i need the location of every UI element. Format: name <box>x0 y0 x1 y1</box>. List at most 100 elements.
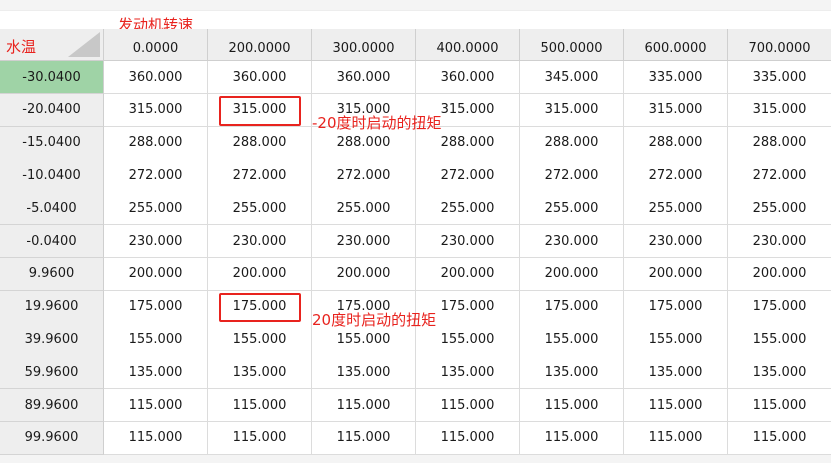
table-cell[interactable]: 115.000 <box>104 421 208 456</box>
table-cell[interactable]: 335.000 <box>624 61 728 95</box>
table-cell[interactable]: 288.000 <box>104 126 208 160</box>
table-cell[interactable]: 360.000 <box>416 61 520 95</box>
table-cell[interactable]: 175.000 <box>728 290 831 324</box>
column-header-rpm-5[interactable]: 600.0000 <box>624 29 728 61</box>
table-cell[interactable]: 315.000 <box>104 93 208 128</box>
table-cell[interactable]: 230.000 <box>312 225 416 259</box>
table-cell[interactable]: 200.000 <box>312 257 416 292</box>
table-cell[interactable]: 155.000 <box>624 323 728 357</box>
column-header-rpm-6[interactable]: 700.0000 <box>728 29 831 61</box>
table-cell[interactable]: 175.000 <box>624 290 728 324</box>
row-header-temp-7[interactable]: 19.9600 <box>0 290 104 324</box>
row-header-temp-9[interactable]: 59.9600 <box>0 356 104 390</box>
column-header-rpm-0[interactable]: 0.0000 <box>104 29 208 61</box>
table-cell[interactable]: 255.000 <box>728 192 831 226</box>
table-cell[interactable]: 115.000 <box>728 389 831 423</box>
top-toolbar-strip <box>0 0 831 11</box>
table-cell[interactable]: 115.000 <box>624 421 728 456</box>
table-cell[interactable]: 115.000 <box>416 389 520 423</box>
table-cell[interactable]: 200.000 <box>728 257 831 292</box>
table-cell[interactable]: 288.000 <box>624 126 728 160</box>
table-cell[interactable]: 115.000 <box>312 389 416 423</box>
row-header-temp-3[interactable]: -10.0400 <box>0 159 104 193</box>
table-cell[interactable]: 200.000 <box>416 257 520 292</box>
corner-label-water-temp: 水温 <box>6 38 37 56</box>
table-cell[interactable]: 115.000 <box>208 421 312 456</box>
bottom-strip <box>0 455 831 463</box>
table-cell[interactable]: 135.000 <box>104 356 208 390</box>
table-cell[interactable]: 135.000 <box>624 356 728 390</box>
table-cell[interactable]: 255.000 <box>312 192 416 226</box>
row-header-temp-8[interactable]: 39.9600 <box>0 323 104 357</box>
table-cell[interactable]: 230.000 <box>416 225 520 259</box>
table-cell[interactable]: 175.000 <box>104 290 208 324</box>
table-cell[interactable]: 360.000 <box>104 61 208 95</box>
table-cell[interactable]: 272.000 <box>624 159 728 193</box>
table-cell[interactable]: 255.000 <box>416 192 520 226</box>
table-cell[interactable]: 230.000 <box>728 225 831 259</box>
table-cell[interactable]: 272.000 <box>728 159 831 193</box>
table-cell[interactable]: 272.000 <box>312 159 416 193</box>
table-cell[interactable]: 115.000 <box>104 389 208 423</box>
row-header-temp-0[interactable]: -30.0400 <box>0 61 104 95</box>
table-cell[interactable]: 135.000 <box>312 356 416 390</box>
annotation-label-0: -20度时启动的扭矩 <box>312 113 442 132</box>
table-cell[interactable]: 360.000 <box>312 61 416 95</box>
table-cell[interactable]: 115.000 <box>208 389 312 423</box>
table-cell[interactable]: 272.000 <box>104 159 208 193</box>
row-header-temp-2[interactable]: -15.0400 <box>0 126 104 160</box>
column-header-rpm-1[interactable]: 200.0000 <box>208 29 312 61</box>
table-cell[interactable]: 255.000 <box>104 192 208 226</box>
table-cell[interactable]: 230.000 <box>520 225 624 259</box>
row-header-temp-4[interactable]: -5.0400 <box>0 192 104 226</box>
row-header-temp-6[interactable]: 9.9600 <box>0 257 104 292</box>
table-cell[interactable]: 315.000 <box>624 93 728 128</box>
table-cell[interactable]: 230.000 <box>208 225 312 259</box>
table-cell[interactable]: 288.000 <box>208 126 312 160</box>
table-cell[interactable]: 200.000 <box>624 257 728 292</box>
table-cell[interactable]: 315.000 <box>520 93 624 128</box>
row-header-temp-1[interactable]: -20.0400 <box>0 93 104 128</box>
table-cell[interactable]: 155.000 <box>728 323 831 357</box>
table-cell[interactable]: 135.000 <box>416 356 520 390</box>
table-cell[interactable]: 315.000 <box>728 93 831 128</box>
table-cell[interactable]: 115.000 <box>520 421 624 456</box>
table-cell[interactable]: 230.000 <box>104 225 208 259</box>
highlight-box <box>219 292 301 323</box>
table-cell[interactable]: 115.000 <box>416 421 520 456</box>
row-header-temp-10[interactable]: 89.9600 <box>0 389 104 423</box>
table-cell[interactable]: 135.000 <box>208 356 312 390</box>
table-cell[interactable]: 255.000 <box>208 192 312 226</box>
table-cell[interactable]: 115.000 <box>728 421 831 456</box>
table-cell[interactable]: 255.000 <box>624 192 728 226</box>
table-cell[interactable]: 272.000 <box>520 159 624 193</box>
table-cell[interactable]: 155.000 <box>104 323 208 357</box>
corner-header-cell: 水温 <box>0 29 104 61</box>
table-cell[interactable]: 115.000 <box>624 389 728 423</box>
table-cell[interactable]: 200.000 <box>208 257 312 292</box>
table-cell[interactable]: 288.000 <box>728 126 831 160</box>
column-header-rpm-2[interactable]: 300.0000 <box>312 29 416 61</box>
column-header-rpm-4[interactable]: 500.0000 <box>520 29 624 61</box>
row-header-temp-5[interactable]: -0.0400 <box>0 225 104 259</box>
table-cell[interactable]: 200.000 <box>104 257 208 292</box>
table-cell[interactable]: 230.000 <box>624 225 728 259</box>
table-cell[interactable]: 335.000 <box>728 61 831 95</box>
table-cell[interactable]: 175.000 <box>520 290 624 324</box>
table-cell[interactable]: 360.000 <box>208 61 312 95</box>
table-cell[interactable]: 255.000 <box>520 192 624 226</box>
row-header-temp-11[interactable]: 99.9600 <box>0 421 104 456</box>
table-cell[interactable]: 115.000 <box>312 421 416 456</box>
table-cell[interactable]: 345.000 <box>520 61 624 95</box>
table-cell[interactable]: 288.000 <box>520 126 624 160</box>
table-cell[interactable]: 135.000 <box>728 356 831 390</box>
table-cell[interactable]: 155.000 <box>208 323 312 357</box>
table-cell[interactable]: 200.000 <box>520 257 624 292</box>
column-header-rpm-3[interactable]: 400.0000 <box>416 29 520 61</box>
table-cell[interactable]: 115.000 <box>520 389 624 423</box>
table-cell[interactable]: 272.000 <box>208 159 312 193</box>
table-cell[interactable]: 155.000 <box>520 323 624 357</box>
table-cell[interactable]: 135.000 <box>520 356 624 390</box>
table-cell[interactable]: 272.000 <box>416 159 520 193</box>
highlight-box <box>219 95 301 126</box>
